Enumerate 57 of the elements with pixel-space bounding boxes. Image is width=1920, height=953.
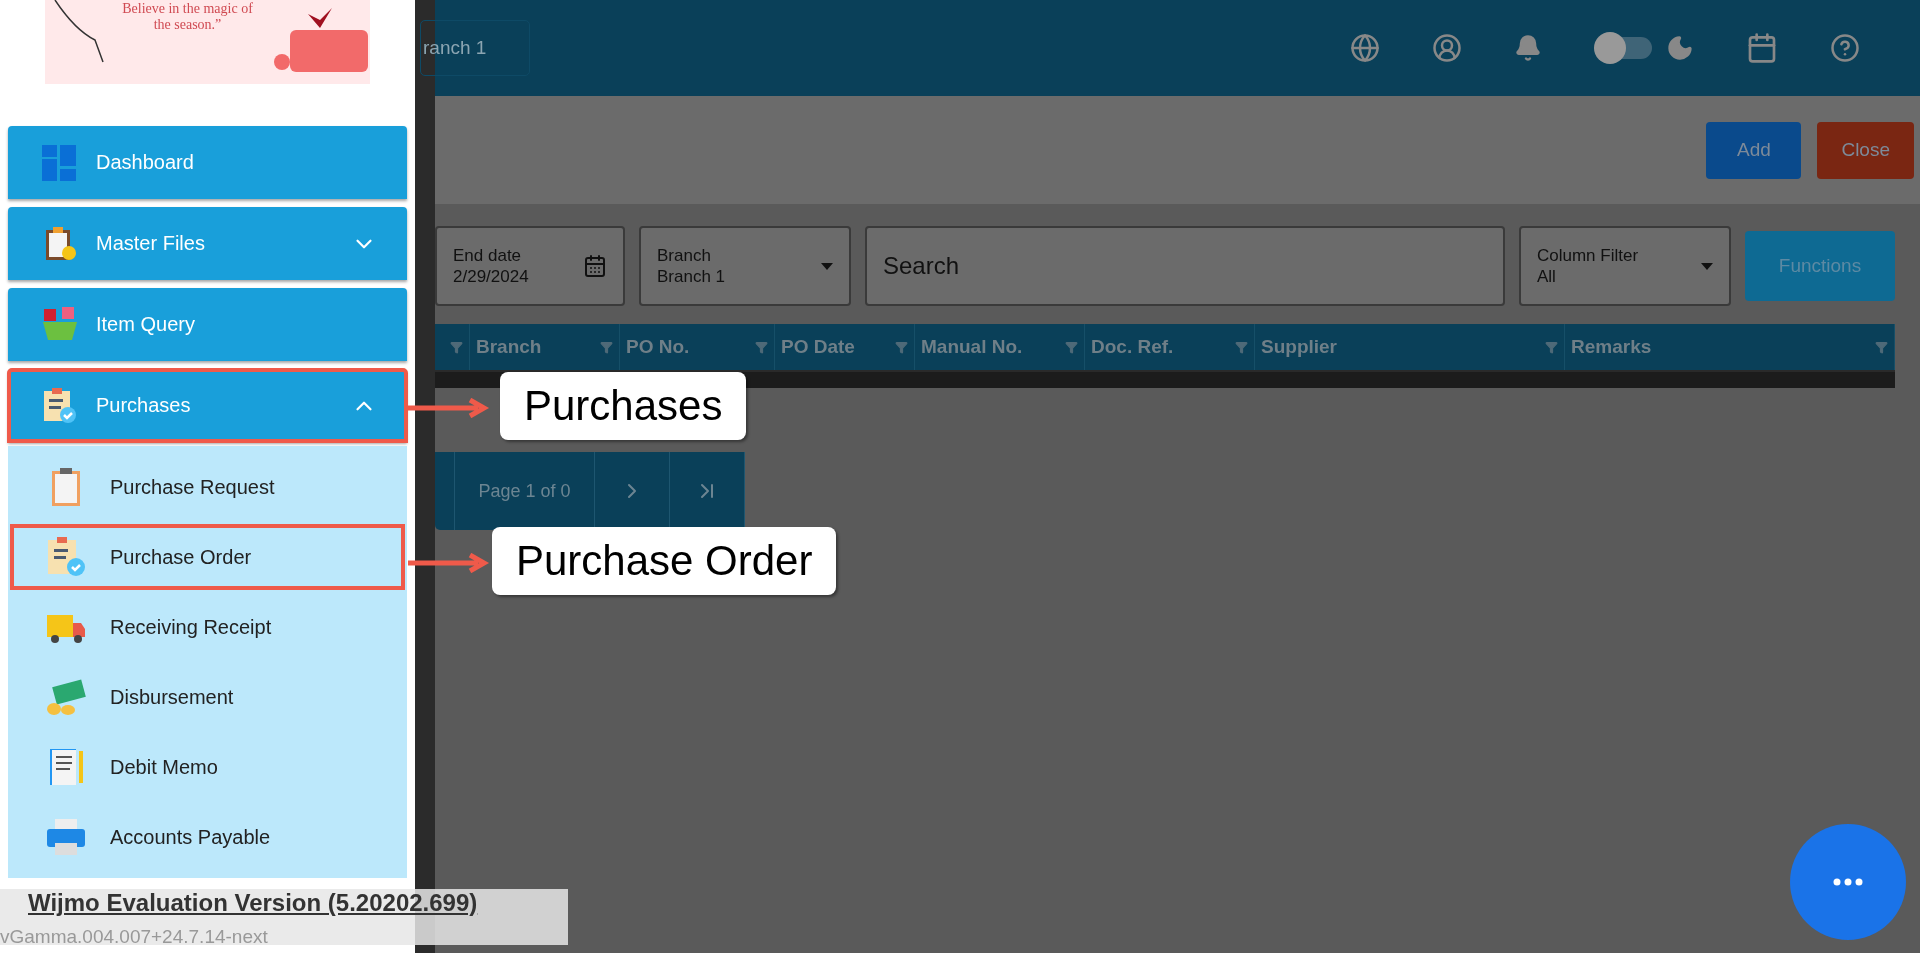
filter-icon[interactable] xyxy=(895,340,908,354)
search-field[interactable]: Search xyxy=(865,226,1505,306)
caret-icon xyxy=(1701,262,1713,270)
moon-icon xyxy=(1666,34,1694,62)
caret-icon xyxy=(821,262,833,270)
bell-icon[interactable] xyxy=(1514,34,1542,62)
filter-icon[interactable] xyxy=(1235,340,1248,354)
functions-button[interactable]: Functions xyxy=(1745,231,1895,301)
quote-text: the season.” xyxy=(152,17,223,33)
end-date-field[interactable]: End date 2/29/2024 xyxy=(435,226,625,306)
menu-item[interactable]: Purchases xyxy=(8,369,407,442)
filter-icon[interactable] xyxy=(450,340,463,354)
checklist-icon xyxy=(42,387,78,424)
submenu-item[interactable]: Disbursement xyxy=(8,662,407,732)
branch-button[interactable]: ranch 1 xyxy=(420,20,530,76)
submenu-item[interactable]: Accounts Payable xyxy=(8,802,407,872)
callout-tooltip: Purchases xyxy=(500,372,747,440)
printer-icon xyxy=(46,817,86,857)
filter-icon[interactable] xyxy=(1065,340,1078,354)
branch-select[interactable]: Branch Branch 1 xyxy=(639,226,851,306)
menu-item[interactable]: Dashboard xyxy=(8,126,407,199)
filter-icon[interactable] xyxy=(1875,340,1888,354)
column-header[interactable]: Manual No. xyxy=(921,336,1023,358)
money-icon xyxy=(46,677,86,717)
submenu-item[interactable]: Purchase Request xyxy=(8,452,407,522)
user-icon[interactable] xyxy=(1432,33,1462,63)
column-header[interactable]: Supplier xyxy=(1261,336,1337,358)
help-icon[interactable] xyxy=(1830,33,1860,63)
theme-toggle[interactable] xyxy=(1594,32,1654,64)
basket-icon xyxy=(42,306,78,343)
grid-icon xyxy=(42,144,78,181)
column-header[interactable]: Remarks xyxy=(1571,336,1652,358)
version-text: vGamma.004.007+24.7.14-next xyxy=(0,926,268,948)
checklist-icon xyxy=(46,537,86,577)
action-button[interactable]: Add xyxy=(1706,121,1802,179)
column-header[interactable]: Doc. Ref. xyxy=(1091,336,1174,358)
action-button[interactable]: Close xyxy=(1817,121,1914,179)
ellipsis-icon xyxy=(1833,878,1863,886)
calendar-icon[interactable] xyxy=(583,254,607,278)
submenu-item[interactable]: Debit Memo xyxy=(8,732,407,802)
filter-icon[interactable] xyxy=(1545,340,1558,354)
submenu-item[interactable]: Purchase Order xyxy=(8,522,407,592)
submenu-item[interactable]: Receiving Receipt xyxy=(8,592,407,662)
globe-icon[interactable] xyxy=(1350,33,1380,63)
calendar-icon[interactable] xyxy=(1746,32,1778,64)
page-info: Page 1 of 0 xyxy=(478,480,571,502)
menu-item[interactable]: Master Files xyxy=(8,207,407,280)
filter-icon[interactable] xyxy=(600,340,613,354)
column-filter-select[interactable]: Column Filter All xyxy=(1519,226,1731,306)
quote-text: Believe in the magic of xyxy=(121,1,254,17)
evaluation-link[interactable]: Wijmo Evaluation Version (5.20202.699) xyxy=(28,889,568,917)
column-header[interactable]: PO No. xyxy=(626,336,690,358)
filter-icon[interactable] xyxy=(755,340,768,354)
column-header[interactable]: PO Date xyxy=(781,336,855,358)
column-header[interactable]: Branch xyxy=(476,336,542,358)
callout-tooltip: Purchase Order xyxy=(492,527,837,595)
menu-item[interactable]: Item Query xyxy=(8,288,407,361)
